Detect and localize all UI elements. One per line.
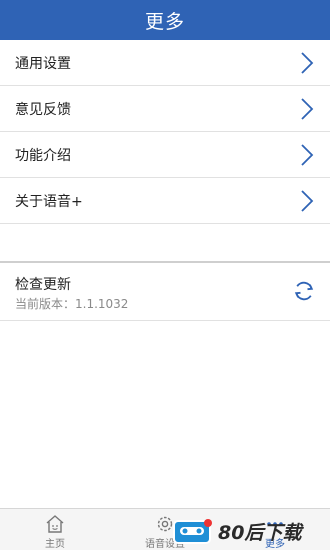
menu-item-about[interactable]: 关于语音+ (0, 178, 330, 224)
tab-voice-settings[interactable]: 语音设置 (110, 509, 220, 550)
tab-label: 语音设置 (145, 539, 185, 550)
settings-menu: 通用设置 意见反馈 功能介绍 关于语音+ (0, 40, 330, 224)
chevron-right-icon (301, 97, 314, 120)
menu-item-label: 关于语音+ (15, 193, 83, 210)
tab-more[interactable]: 更多 (220, 509, 330, 550)
header-bar: 更多 (0, 0, 330, 40)
chevron-right-icon (301, 51, 314, 74)
menu-item-general-settings[interactable]: 通用设置 (0, 40, 330, 86)
menu-item-label: 通用设置 (15, 55, 71, 72)
tab-label: 更多 (265, 539, 285, 550)
tab-home[interactable]: 主页 (0, 509, 110, 550)
check-update-row[interactable]: 检查更新 当前版本：1.1.1032 (0, 261, 330, 321)
more-icon (267, 522, 283, 526)
menu-item-label: 意见反馈 (15, 101, 71, 118)
chevron-right-icon (301, 143, 314, 166)
home-icon (46, 515, 64, 533)
menu-item-label: 功能介绍 (15, 147, 71, 164)
chevron-right-icon (301, 189, 314, 212)
menu-item-feedback[interactable]: 意见反馈 (0, 86, 330, 132)
bottom-tab-bar: 主页 语音设置 更多 (0, 508, 330, 550)
menu-item-features[interactable]: 功能介绍 (0, 132, 330, 178)
refresh-icon[interactable] (293, 280, 315, 302)
page-title: 更多 (144, 10, 185, 33)
gear-icon (157, 516, 173, 532)
tab-label: 主页 (45, 539, 65, 550)
current-version-text: 当前版本：1.1.1032 (15, 297, 129, 311)
check-update-label: 检查更新 (15, 277, 71, 293)
